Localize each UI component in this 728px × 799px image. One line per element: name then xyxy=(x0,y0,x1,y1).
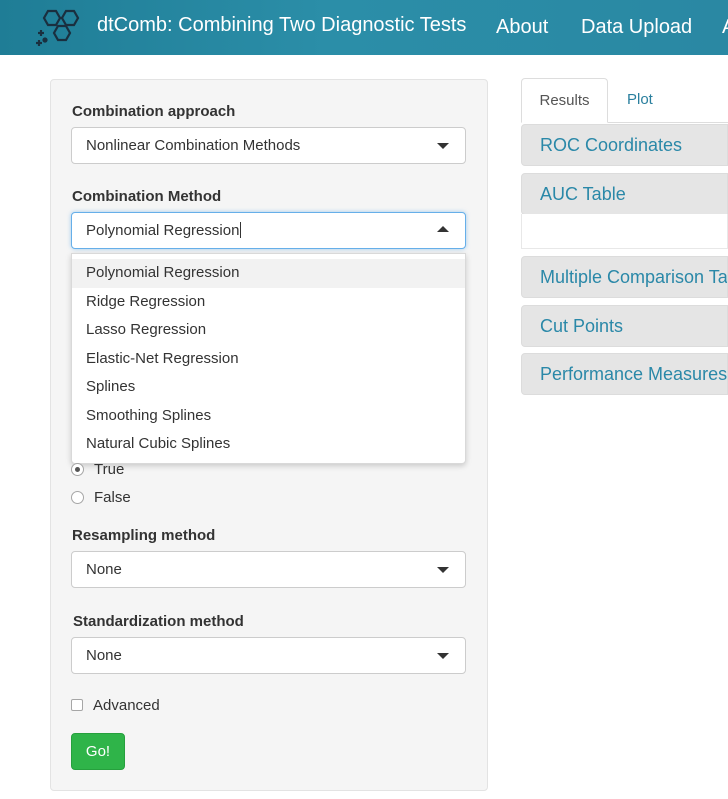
option-polynomial-regression[interactable]: Polynomial Regression xyxy=(72,259,465,288)
caret-up-icon xyxy=(437,226,449,232)
standardization-method-select[interactable]: None xyxy=(71,637,466,674)
go-button[interactable]: Go! xyxy=(71,733,125,770)
accordion-multiple-comparison-table[interactable]: Multiple Comparison Table xyxy=(521,256,728,298)
text-cursor xyxy=(240,222,242,238)
molecule-logo-icon xyxy=(36,9,80,46)
combination-method-label: Combination Method xyxy=(72,188,222,205)
option-natural-cubic-splines[interactable]: Natural Cubic Splines xyxy=(72,430,465,459)
option-lasso-regression[interactable]: Lasso Regression xyxy=(72,316,465,345)
combination-method-dropdown: Polynomial Regression Ridge Regression L… xyxy=(71,253,466,464)
combination-approach-select[interactable]: Nonlinear Combination Methods xyxy=(71,127,466,164)
resampling-method-label: Resampling method xyxy=(72,527,216,544)
combination-approach-label: Combination approach xyxy=(72,103,236,120)
caret-down-icon xyxy=(437,143,449,149)
advanced-checkbox[interactable] xyxy=(71,699,83,711)
option-ridge-regression[interactable]: Ridge Regression xyxy=(72,288,465,317)
option-elastic-net-regression[interactable]: Elastic-Net Regression xyxy=(72,345,465,374)
radio-true-label: True xyxy=(94,461,125,478)
radio-false-label: False xyxy=(94,489,131,506)
accordion-cut-points[interactable]: Cut Points xyxy=(521,305,728,347)
standardization-method-value: None xyxy=(86,647,122,664)
caret-down-icon xyxy=(437,653,449,659)
tab-results[interactable]: Results xyxy=(521,78,608,123)
top-navbar: dtComb: Combining Two Diagnostic Tests A… xyxy=(0,0,728,55)
standardization-method-label: Standardization method xyxy=(73,613,244,630)
advanced-checkbox-row[interactable]: Advanced xyxy=(71,697,160,714)
option-smoothing-splines[interactable]: Smoothing Splines xyxy=(72,402,465,431)
accordion-roc-coordinates[interactable]: ROC Coordinates xyxy=(521,124,728,166)
accordion-performance-measures[interactable]: Performance Measures xyxy=(521,353,728,395)
accordion-auc-table[interactable]: AUC Table xyxy=(521,173,728,215)
combination-approach-value: Nonlinear Combination Methods xyxy=(86,137,301,154)
radio-unchecked-icon[interactable] xyxy=(71,491,84,504)
radio-true[interactable]: True xyxy=(71,461,124,478)
nav-analysis[interactable]: A xyxy=(722,16,728,39)
nav-data-upload[interactable]: Data Upload xyxy=(581,16,692,39)
combination-method-select[interactable]: Polynomial Regression xyxy=(71,212,466,249)
advanced-label: Advanced xyxy=(93,697,160,714)
resampling-method-value: None xyxy=(86,561,122,578)
option-splines[interactable]: Splines xyxy=(72,373,465,402)
radio-checked-icon[interactable] xyxy=(71,463,84,476)
caret-down-icon xyxy=(437,567,449,573)
resampling-method-select[interactable]: None xyxy=(71,551,466,588)
nav-about[interactable]: About xyxy=(496,16,548,39)
results-tabs: Results Plot xyxy=(521,78,728,123)
combination-method-value: Polynomial Regression xyxy=(86,222,240,239)
app-title: dtComb: Combining Two Diagnostic Tests xyxy=(97,14,467,36)
auc-table-body xyxy=(521,214,728,249)
radio-false[interactable]: False xyxy=(71,489,131,506)
tab-plot[interactable]: Plot xyxy=(627,78,653,123)
